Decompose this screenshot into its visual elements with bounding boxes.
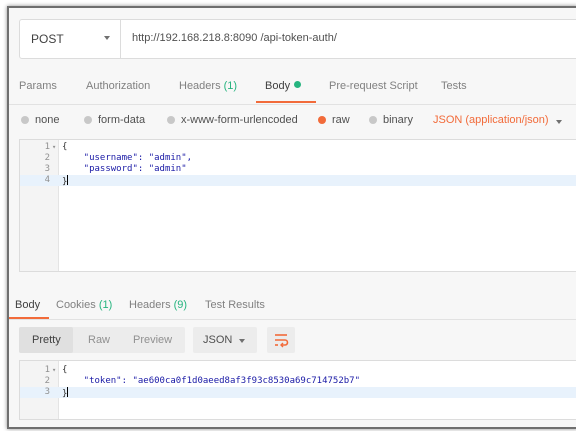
response-tabs: Body Cookies (1) Headers (9) Test Result… — [9, 291, 576, 320]
radio-circle — [84, 116, 92, 124]
radio-raw[interactable]: raw — [318, 114, 350, 126]
method-select[interactable]: POST — [20, 20, 121, 58]
code-line: 1 ▾ { — [44, 365, 68, 376]
body-indicator-dot — [294, 81, 302, 88]
radio-none[interactable]: none — [21, 114, 59, 126]
fold-arrow-icon[interactable]: ▾ — [52, 142, 56, 153]
tab-authorization[interactable]: Authorization — [86, 80, 150, 92]
tab-body[interactable]: Body — [265, 80, 302, 92]
tab-params[interactable]: Params — [19, 80, 57, 92]
tab-test-results[interactable]: Test Results — [205, 299, 265, 311]
body-type-options: none form-data x-www-form-urlencoded raw… — [9, 108, 576, 134]
request-tabs: Params Authorization Headers (1) Body Pr… — [9, 74, 576, 105]
tab-response-body[interactable]: Body — [15, 299, 40, 311]
active-tab-underline — [256, 101, 316, 103]
raw-button[interactable]: Raw — [88, 334, 110, 346]
radio-form-data[interactable]: form-data — [84, 114, 145, 126]
wrap-lines-icon — [275, 334, 289, 348]
postman-window: POST http://192.168.218.8:8090 /api-toke… — [7, 6, 576, 429]
code-line: 2 "username": "admin", — [44, 153, 193, 163]
tab-cookies[interactable]: Cookies (1) — [56, 299, 112, 311]
text-cursor — [67, 387, 69, 397]
radio-binary[interactable]: binary — [369, 114, 413, 126]
fold-arrow-icon[interactable]: ▾ — [52, 365, 56, 376]
radio-circle — [21, 116, 29, 124]
radio-urlencoded[interactable]: x-www-form-urlencoded — [167, 114, 298, 126]
view-mode-group: Pretty Raw Preview — [19, 327, 185, 353]
code-line: 2 "token": "ae600ca0f1d0aeed8af3f93c8530… — [44, 376, 361, 386]
code-line-current: 4 } — [20, 175, 576, 187]
response-body-viewer[interactable]: 1 ▾ { 2 "token": "ae600ca0f1d0aeed8af3f9… — [19, 360, 576, 420]
chevron-down-icon — [239, 339, 245, 343]
url-input[interactable]: http://192.168.218.8:8090 /api-token-aut… — [132, 32, 337, 44]
wrap-lines-button[interactable] — [267, 327, 295, 353]
radio-circle — [369, 116, 377, 124]
method-label: POST — [31, 32, 64, 46]
chevron-down-icon — [556, 120, 562, 124]
code-line-current: 3 } — [20, 387, 576, 399]
tab-headers[interactable]: Headers (1) — [179, 80, 237, 92]
request-body-editor[interactable]: 1 ▾ { 2 "username": "admin", 3 "password… — [19, 139, 576, 272]
tab-tests[interactable]: Tests — [441, 80, 467, 92]
tab-pre-request-script[interactable]: Pre-request Script — [329, 80, 418, 92]
pretty-button[interactable]: Pretty — [32, 334, 61, 346]
response-language-select[interactable]: JSON — [193, 327, 257, 353]
code-line: 3 "password": "admin" — [44, 164, 187, 174]
preview-button[interactable]: Preview — [133, 334, 172, 346]
request-url-bar: POST http://192.168.218.8:8090 /api-toke… — [19, 19, 576, 59]
active-tab-underline — [9, 317, 49, 319]
tab-response-headers[interactable]: Headers (9) — [129, 299, 187, 311]
radio-circle-selected — [318, 116, 326, 124]
content-type-select[interactable]: JSON (application/json) — [433, 114, 549, 126]
text-cursor — [67, 175, 69, 185]
radio-circle — [167, 116, 175, 124]
code-line: 1 ▾ { — [44, 142, 68, 153]
chevron-down-icon — [104, 36, 110, 40]
